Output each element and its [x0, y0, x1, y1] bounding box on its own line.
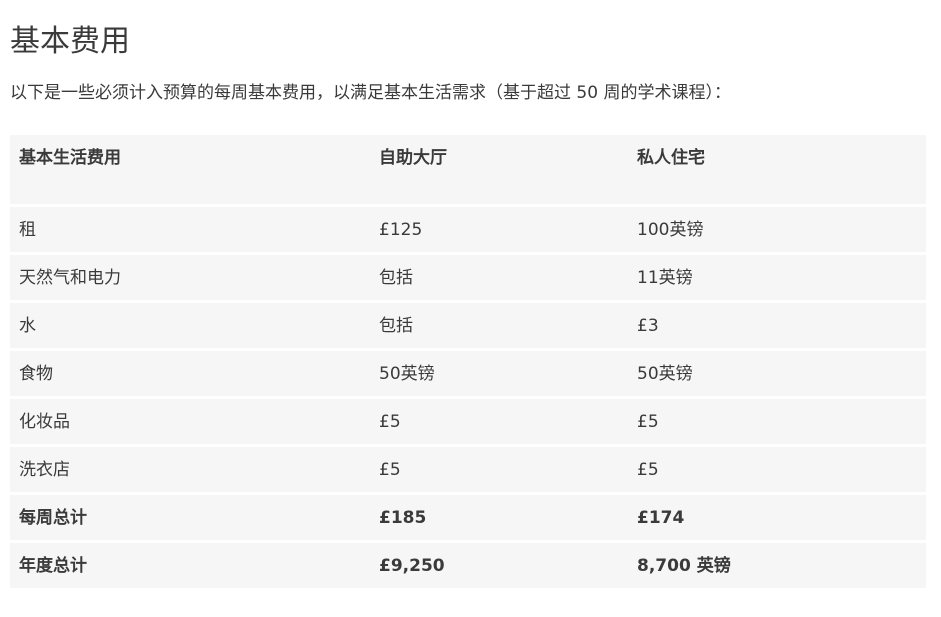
- table-row: 水包括 £3: [10, 303, 926, 348]
- cost-item-cell: 租: [10, 207, 370, 252]
- column-header-cost-item: 基本生活费用: [10, 135, 370, 204]
- table-row: 化妆品 £5 £5: [10, 399, 926, 444]
- table-total-row: 年度总计 £9,250 8,700 英镑: [10, 543, 926, 588]
- self-catered-hall-cell: £125: [370, 207, 628, 252]
- private-housing-cell: £3: [628, 303, 926, 348]
- column-header-self-catered-hall: 自助大厅: [370, 135, 628, 204]
- private-housing-cell: 50英镑: [628, 351, 926, 396]
- cost-item-cell: 洗衣店: [10, 447, 370, 492]
- self-catered-hall-cell: £9,250: [370, 543, 628, 588]
- private-housing-cell: £5: [628, 447, 926, 492]
- private-housing-cell: £174: [628, 495, 926, 540]
- table-row: 租 £125 100英镑: [10, 207, 926, 252]
- self-catered-hall-cell: £5: [370, 447, 628, 492]
- table-row: 食物 50英镑 50英镑: [10, 351, 926, 396]
- cost-item-cell: 每周总计: [10, 495, 370, 540]
- table-total-row: 每周总计 £185 £174: [10, 495, 926, 540]
- cost-item-cell: 水: [10, 303, 370, 348]
- column-header-private-housing: 私人住宅: [628, 135, 926, 204]
- self-catered-hall-cell: £5: [370, 399, 628, 444]
- private-housing-cell: 100英镑: [628, 207, 926, 252]
- private-housing-cell: £5: [628, 399, 926, 444]
- self-catered-hall-cell: 包括: [370, 255, 628, 300]
- private-housing-cell: 8,700 英镑: [628, 543, 926, 588]
- self-catered-hall-cell: 包括: [370, 303, 628, 348]
- page-title: 基本费用: [10, 24, 130, 59]
- cost-item-cell: 年度总计: [10, 543, 370, 588]
- private-housing-cell: 11英镑: [628, 255, 926, 300]
- table-row: 洗衣店 £5 £5: [10, 447, 926, 492]
- table-row: 天然气和电力 包括 11英镑: [10, 255, 926, 300]
- intro-paragraph: 以下是一些必须计入预算的每周基本费用，以满足基本生活需求（基于超过 50 周的学…: [10, 83, 731, 103]
- page: 基本费用 以下是一些必须计入预算的每周基本费用，以满足基本生活需求（基于超过 5…: [0, 0, 941, 617]
- table-body: 租 £125 100英镑 天然气和电力 包括 11英镑水包括 £3 食物 50英镑 50英镑 化妆品…: [10, 207, 926, 588]
- self-catered-hall-cell: 50英镑: [370, 351, 628, 396]
- cost-item-cell: 天然气和电力: [10, 255, 370, 300]
- living-costs-table: 基本生活费用 自助大厅 私人住宅 租 £125 100英镑 天然气和电力 包括 11英镑水…: [10, 132, 926, 591]
- table-header-row: 基本生活费用 自助大厅 私人住宅: [10, 135, 926, 204]
- cost-item-cell: 食物: [10, 351, 370, 396]
- self-catered-hall-cell: £185: [370, 495, 628, 540]
- cost-item-cell: 化妆品: [10, 399, 370, 444]
